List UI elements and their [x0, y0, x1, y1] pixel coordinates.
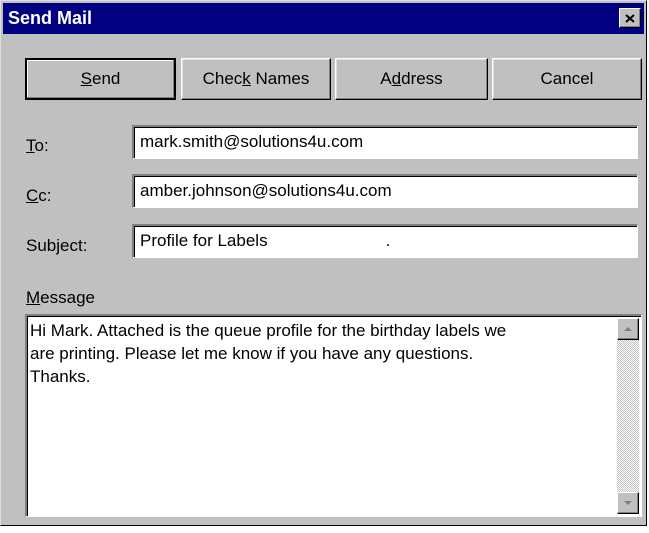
scroll-down-button[interactable]: [617, 492, 639, 514]
to-label: To:: [26, 136, 49, 155]
vertical-scrollbar[interactable]: [617, 318, 639, 514]
message-label: Message: [26, 288, 95, 307]
send-mail-dialog: Send Mail Send Check Names Address Cance…: [0, 0, 647, 526]
cancel-button[interactable]: Cancel: [492, 58, 642, 100]
scroll-up-button[interactable]: [617, 318, 639, 340]
check-names-button[interactable]: Check Names: [181, 58, 331, 100]
send-button[interactable]: Send: [25, 58, 176, 100]
cancel-button-label: Cancel: [540, 69, 594, 88]
message-textarea[interactable]: Hi Mark. Attached is the queue profile f…: [25, 314, 642, 517]
cc-label: Cc:: [26, 186, 52, 205]
message-line: are printing. Please let me know if you …: [30, 344, 474, 363]
to-field[interactable]: mark.smith@solutions4u.com: [132, 125, 638, 159]
close-button[interactable]: [619, 8, 641, 28]
send-button-label: Send: [80, 69, 121, 88]
window-title: Send Mail: [8, 8, 93, 28]
arrow-down-icon: [624, 501, 632, 505]
address-button[interactable]: Address: [335, 58, 488, 100]
subject-field[interactable]: Profile for Labels .: [132, 224, 638, 258]
title-bar[interactable]: Send Mail: [3, 3, 644, 34]
message-line: Thanks.: [30, 367, 91, 386]
address-button-label: Address: [380, 69, 443, 88]
cc-field[interactable]: amber.johnson@solutions4u.com: [132, 174, 638, 208]
arrow-up-icon: [624, 327, 632, 331]
message-text[interactable]: Hi Mark. Attached is the queue profile f…: [30, 319, 598, 388]
close-icon: [625, 13, 635, 23]
subject-label: Subject:: [26, 236, 88, 255]
check-names-button-label: Check Names: [202, 69, 310, 88]
message-line: Hi Mark. Attached is the queue profile f…: [30, 321, 507, 340]
